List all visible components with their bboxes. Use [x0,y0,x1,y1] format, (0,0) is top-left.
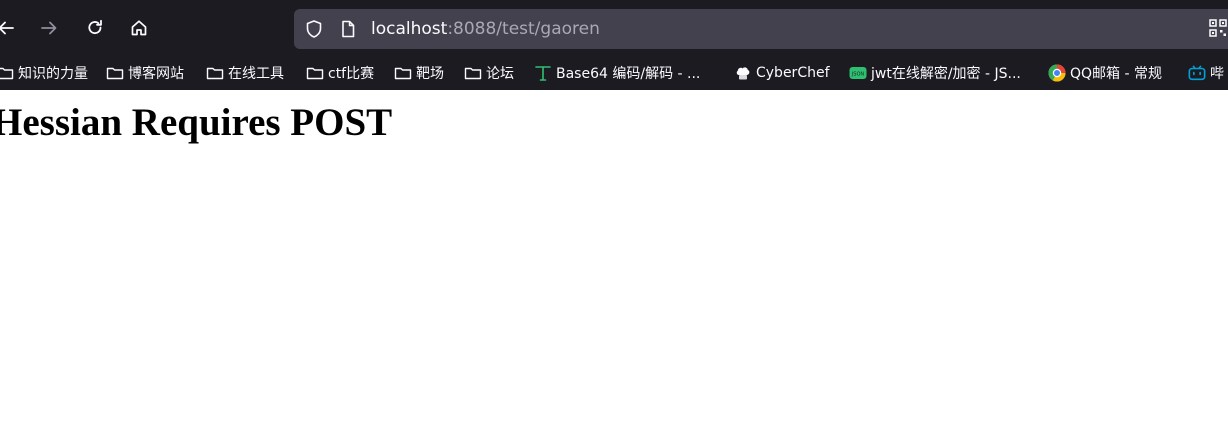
bookmark-label: jwt在线解密/加密 - JS... [871,66,1021,82]
folder-icon [464,64,482,82]
json-icon: JSON [849,64,867,82]
forward-button[interactable] [35,14,63,42]
qqmail-icon [1048,64,1066,82]
bookmark-folder-ctf[interactable]: ctf比赛 [306,61,374,85]
base64-site-icon [534,64,552,82]
shield-icon[interactable] [304,19,324,39]
chef-hat-icon [734,64,752,82]
browser-toolbar: localhost:8088/test/gaoren [0,0,1228,56]
bookmark-jwt[interactable]: JSON jwt在线解密/加密 - JS... [849,61,1021,85]
url-text[interactable]: localhost:8088/test/gaoren [371,19,600,39]
page-info-icon[interactable] [338,19,358,39]
folder-icon [0,64,14,82]
bookmark-label: 论坛 [486,66,514,82]
page-content: Hessian Requires POST [0,90,1228,430]
bookmark-label: CyberChef [756,65,830,81]
url-host: localhost [371,19,448,39]
bookmark-bilibili[interactable]: 哔 [1188,61,1224,85]
page-heading: Hessian Requires POST [0,101,393,144]
bookmark-folder-forum[interactable]: 论坛 [464,61,514,85]
forward-arrow-icon [41,21,57,35]
bookmark-label: QQ邮箱 - 常规 [1070,66,1162,82]
url-path: :8088/test/gaoren [447,19,600,39]
bookmark-folder-blogs[interactable]: 博客网站 [106,61,184,85]
reload-button[interactable] [81,14,109,42]
qr-code-icon [1209,19,1227,37]
bookmark-label: Base64 编码/解码 - ... [556,66,701,82]
back-button[interactable] [0,14,20,42]
bookmark-label: 博客网站 [128,66,184,82]
bookmark-base64[interactable]: Base64 编码/解码 - ... [534,61,700,85]
qr-code-button[interactable] [1204,14,1228,42]
folder-icon [306,64,324,82]
back-arrow-icon [0,21,14,35]
folder-icon [206,64,224,82]
folder-icon [106,64,124,82]
bookmark-label: 知识的力量 [18,66,88,82]
bookmarks-toolbar: 知识的力量 博客网站 在线工具 ctf比赛 靶场 论坛 Base64 编码/解码… [0,56,1228,90]
bookmark-cyberchef[interactable]: CyberChef [734,61,830,85]
folder-icon [394,64,412,82]
bookmark-label: 靶场 [416,66,444,82]
bookmark-qqmail[interactable]: QQ邮箱 - 常规 [1048,61,1162,85]
bookmark-label: 在线工具 [228,66,284,82]
bookmark-folder-range[interactable]: 靶场 [394,61,444,85]
bookmark-folder-knowledge[interactable]: 知识的力量 [0,61,88,85]
json-icon-label: JSON [851,71,865,77]
reload-icon [88,19,102,35]
home-icon [131,20,147,36]
home-button[interactable] [125,14,153,42]
address-bar[interactable]: localhost:8088/test/gaoren [294,9,1228,49]
bookmark-label: 哔 [1210,66,1224,82]
bookmark-label: ctf比赛 [328,66,375,82]
bookmark-folder-online-tools[interactable]: 在线工具 [206,61,284,85]
bilibili-icon [1188,64,1206,82]
